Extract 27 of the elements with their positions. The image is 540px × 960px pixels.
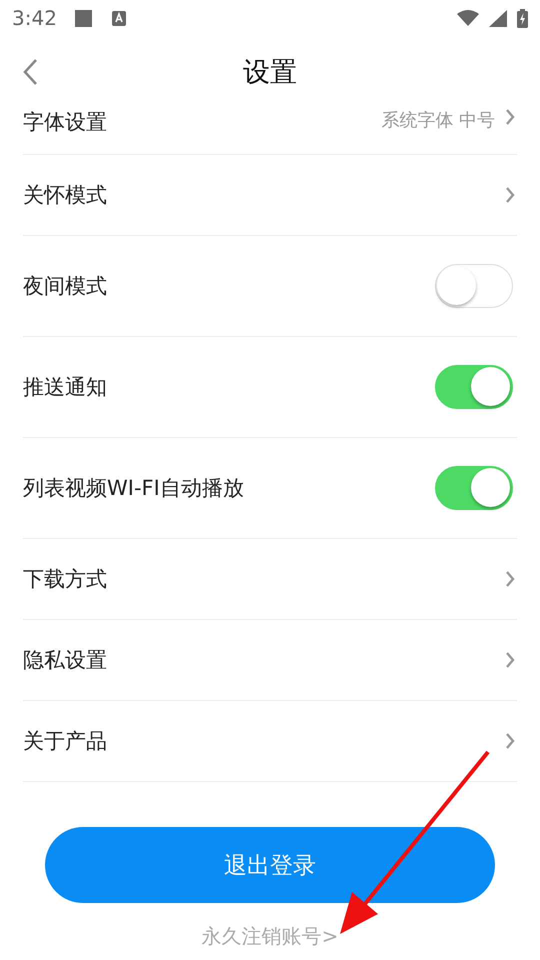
toggle-switch[interactable] (435, 365, 513, 409)
toggle-switch[interactable] (435, 466, 513, 510)
delete-account-link[interactable]: 永久注销账号> (202, 923, 338, 950)
chevron-icon[interactable] (505, 186, 515, 204)
wifi-icon (457, 10, 479, 26)
chevron-icon[interactable] (505, 732, 515, 750)
battery-icon (517, 8, 528, 28)
setting-label: 关怀模式 (23, 182, 108, 209)
page-title: 设置 (243, 56, 297, 90)
setting-label: 推送通知 (23, 374, 108, 401)
notification-icon (112, 10, 126, 26)
setting-label: 夜间模式 (23, 273, 108, 300)
chevron-icon[interactable] (505, 570, 515, 588)
setting-value: 系统字体 中号 (381, 109, 495, 132)
setting-label: 列表视频WI-FI自动播放 (23, 475, 245, 502)
back-icon[interactable] (22, 58, 38, 86)
setting-label: 关于产品 (23, 728, 108, 755)
setting-label: 隐私设置 (23, 647, 108, 674)
chevron-icon[interactable] (505, 108, 515, 126)
setting-label: 字体设置 (23, 109, 108, 136)
chevron-icon[interactable] (505, 651, 515, 669)
status-time: 3:42 (12, 6, 57, 30)
notification-icon (74, 10, 92, 26)
setting-label: 下载方式 (23, 566, 108, 593)
logout-button[interactable]: 退出登录 (45, 827, 495, 903)
toggle-switch[interactable] (435, 264, 513, 308)
signal-icon (489, 10, 507, 26)
